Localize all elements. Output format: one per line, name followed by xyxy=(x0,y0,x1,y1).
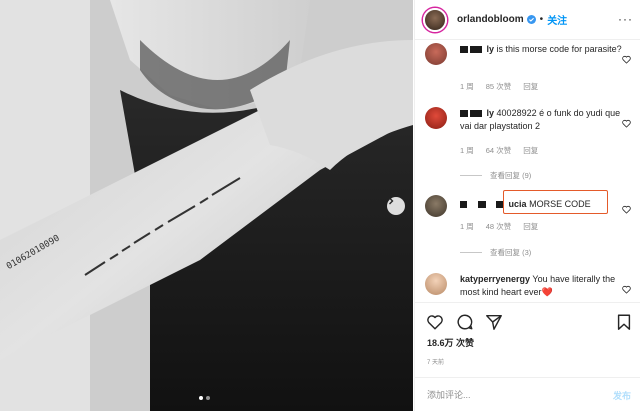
post-header: orlandobloom • 关注 ··· xyxy=(415,0,640,40)
replies-divider xyxy=(460,252,482,253)
post-sidebar: orlandobloom • 关注 ··· ly is this morse c… xyxy=(414,0,640,411)
header-separator: • xyxy=(539,14,544,25)
comment-text: is this morse code for parasite? xyxy=(496,44,622,54)
comment-time: 1 周 xyxy=(460,82,474,91)
share-icon[interactable] xyxy=(485,313,503,331)
comment-meta: 1 周 48 次赞 回复 xyxy=(460,221,538,232)
comment-text-block: ly is this morse code for parasite? xyxy=(460,43,630,56)
comment-text: 40028922 é o funk do yudi que vai dar pl… xyxy=(460,108,621,131)
comment-likes[interactable]: 64 次赞 xyxy=(486,145,511,156)
commenter-avatar[interactable] xyxy=(425,43,447,65)
heart-emoji: ❤️ xyxy=(541,287,553,297)
redacted-username xyxy=(460,46,468,54)
next-photo-button[interactable] xyxy=(387,197,405,215)
redacted-username xyxy=(460,201,467,209)
next-arrow-icon xyxy=(389,197,394,205)
post-comment-button[interactable]: 发布 xyxy=(613,389,631,402)
comment-heart-icon[interactable] xyxy=(622,285,631,294)
add-comment-bar: 添加评论... 发布 xyxy=(415,377,640,411)
post-time: 7 天前 xyxy=(427,360,445,366)
redacted-username xyxy=(477,201,486,209)
comment-heart-icon[interactable] xyxy=(622,119,631,128)
comment-time: 1 周 xyxy=(460,222,474,231)
verified-badge-icon xyxy=(526,15,536,24)
more-options-icon[interactable]: ··· xyxy=(618,12,633,26)
comment-heart-icon[interactable] xyxy=(622,55,631,64)
comment-username[interactable]: ly xyxy=(487,44,495,54)
author-username[interactable]: orlandobloom xyxy=(457,14,524,25)
comment-username[interactable]: katyperryenergy xyxy=(460,274,530,284)
view-replies-label[interactable]: 查看回复 (3) xyxy=(490,247,531,258)
view-replies-button[interactable]: 查看回复 (3) xyxy=(460,247,531,258)
heart-icon[interactable] xyxy=(426,313,444,331)
commenter-avatar[interactable] xyxy=(425,195,447,217)
reply-button[interactable]: 回复 xyxy=(523,81,538,92)
comment-username[interactable]: ly xyxy=(487,108,495,118)
author-avatar[interactable] xyxy=(423,7,447,32)
bookmark-icon[interactable] xyxy=(615,313,633,331)
view-replies-button[interactable]: 查看回复 (9) xyxy=(460,170,531,181)
comment-meta: 1 周 85 次赞 回复 xyxy=(460,81,538,92)
commenter-avatar[interactable] xyxy=(425,273,447,295)
photo-pagination xyxy=(199,396,210,400)
comment-heart-icon[interactable] xyxy=(622,205,631,214)
comments-list: ly is this morse code for parasite? 1 周 … xyxy=(415,40,640,302)
photo-illustration xyxy=(0,0,413,411)
view-replies-label[interactable]: 查看回复 (9) xyxy=(490,170,531,181)
comment-time: 1 周 xyxy=(460,146,474,155)
comment-meta: 1 周 64 次赞 回复 xyxy=(460,145,538,156)
pagination-dot-active xyxy=(199,396,203,400)
redacted-username xyxy=(470,110,482,118)
comment-icon[interactable] xyxy=(456,313,474,331)
commenter-avatar[interactable] xyxy=(425,107,447,129)
replies-divider xyxy=(460,175,482,176)
reply-button[interactable]: 回复 xyxy=(523,145,538,156)
redacted-username xyxy=(470,46,482,54)
post-photo: 01062010090 xyxy=(0,0,413,411)
pagination-dot xyxy=(206,396,210,400)
comment-likes[interactable]: 85 次赞 xyxy=(486,81,511,92)
comment-likes[interactable]: 48 次赞 xyxy=(486,221,511,232)
reply-button[interactable]: 回复 xyxy=(523,221,538,232)
highlight-box xyxy=(503,190,608,214)
comment-text-block: katyperryenergy You have literally the m… xyxy=(460,273,630,299)
redacted-username xyxy=(460,110,468,118)
follow-button[interactable]: 关注 xyxy=(547,12,567,27)
likes-count[interactable]: 18.6万 次赞 xyxy=(427,336,474,349)
comment-text-block: ly 40028922 é o funk do yudi que vai dar… xyxy=(460,107,630,133)
comment-input[interactable]: 添加评论... xyxy=(427,388,471,401)
